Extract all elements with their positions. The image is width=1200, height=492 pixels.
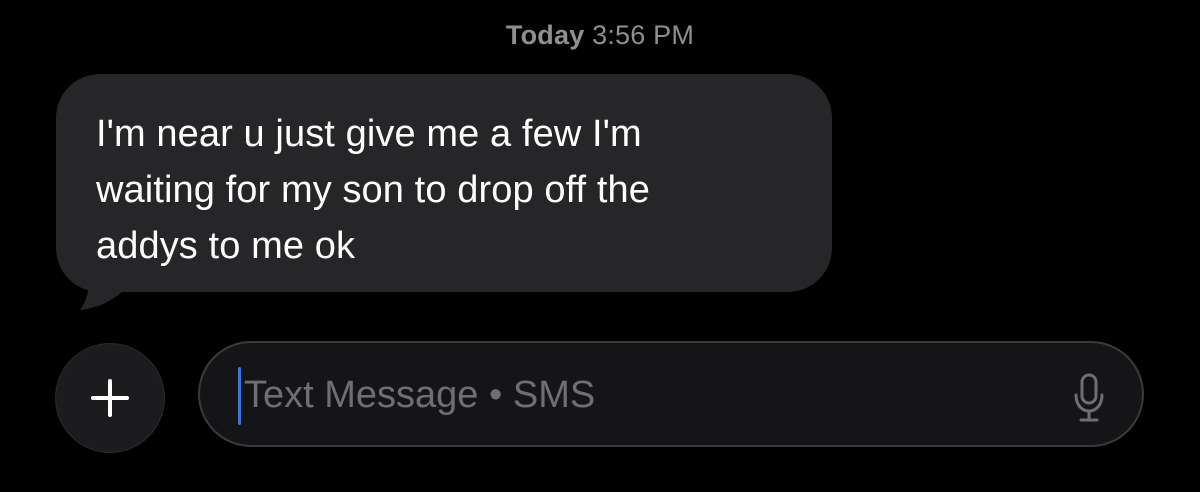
message-input-placeholder: Text Message • SMS — [244, 374, 596, 416]
incoming-message[interactable]: I'm near u just give me a few I'm waitin… — [56, 74, 832, 314]
timestamp: Today 3:56 PM — [0, 20, 1200, 51]
microphone-icon[interactable] — [1072, 373, 1106, 423]
add-attachment-button[interactable] — [55, 343, 165, 453]
message-input[interactable]: Text Message • SMS — [198, 341, 1144, 447]
message-line: addys to me ok — [96, 225, 356, 267]
plus-icon — [91, 379, 129, 417]
timestamp-time: 3:56 PM — [592, 20, 695, 50]
message-line: I'm near u just give me a few I'm — [96, 113, 642, 155]
text-caret — [238, 367, 241, 425]
message-thread: Today 3:56 PM I'm near u just give me a … — [0, 0, 1200, 492]
timestamp-day: Today — [505, 20, 585, 50]
message-bubble: I'm near u just give me a few I'm waitin… — [56, 74, 832, 292]
message-line: waiting for my son to drop off the — [96, 169, 650, 211]
